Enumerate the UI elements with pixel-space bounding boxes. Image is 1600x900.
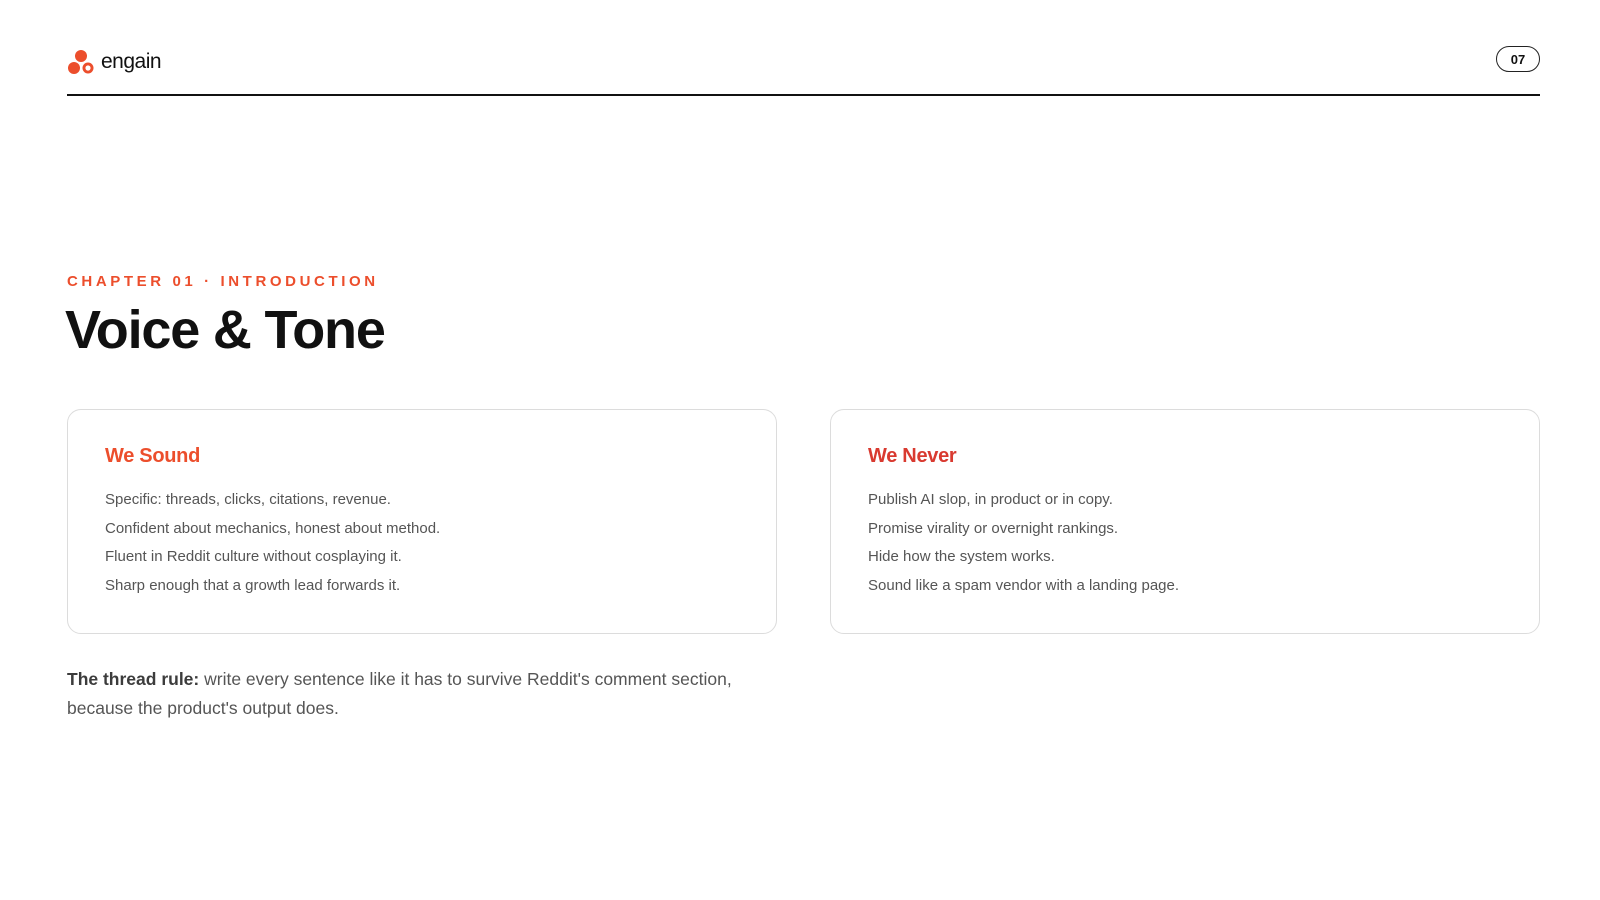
card-title: We Never: [868, 445, 957, 467]
we-sound-card: We Sound Specific: threads, clicks, cita…: [67, 409, 777, 634]
list-item: Confident about mechanics, honest about …: [105, 519, 441, 537]
list-item: Promise virality or overnight rankings.: [868, 519, 1119, 537]
list-item: Sharp enough that a growth lead forwards…: [105, 576, 401, 594]
thread-rule-note: The thread rule: write every sentence li…: [67, 665, 797, 722]
card-title: We Sound: [105, 445, 201, 467]
page-title: Voice & Tone: [65, 300, 386, 360]
page-header: engain 07: [67, 46, 1540, 96]
card-list: Specific: threads, clicks, citations, re…: [105, 486, 440, 600]
we-never-card: We Never Publish AI slop, in product or …: [830, 409, 1540, 634]
list-item: Specific: threads, clicks, citations, re…: [105, 491, 391, 508]
list-item: Sound like a spam vendor with a landing …: [868, 576, 1180, 594]
list-item: Fluent in Reddit culture without cosplay…: [105, 548, 402, 565]
brand-logo: engain: [67, 48, 162, 76]
page-number-badge: 07: [1496, 46, 1540, 72]
list-item: Hide how the system works.: [868, 548, 1055, 565]
engain-logo-icon: [68, 50, 94, 74]
brand-name: engain: [101, 50, 162, 73]
chapter-eyebrow: CHAPTER 01 · INTRODUCTION: [67, 273, 379, 290]
thread-rule-label: The thread rule:: [67, 669, 200, 689]
card-list: Publish AI slop, in product or in copy. …: [868, 486, 1179, 600]
list-item: Publish AI slop, in product or in copy.: [868, 491, 1113, 508]
